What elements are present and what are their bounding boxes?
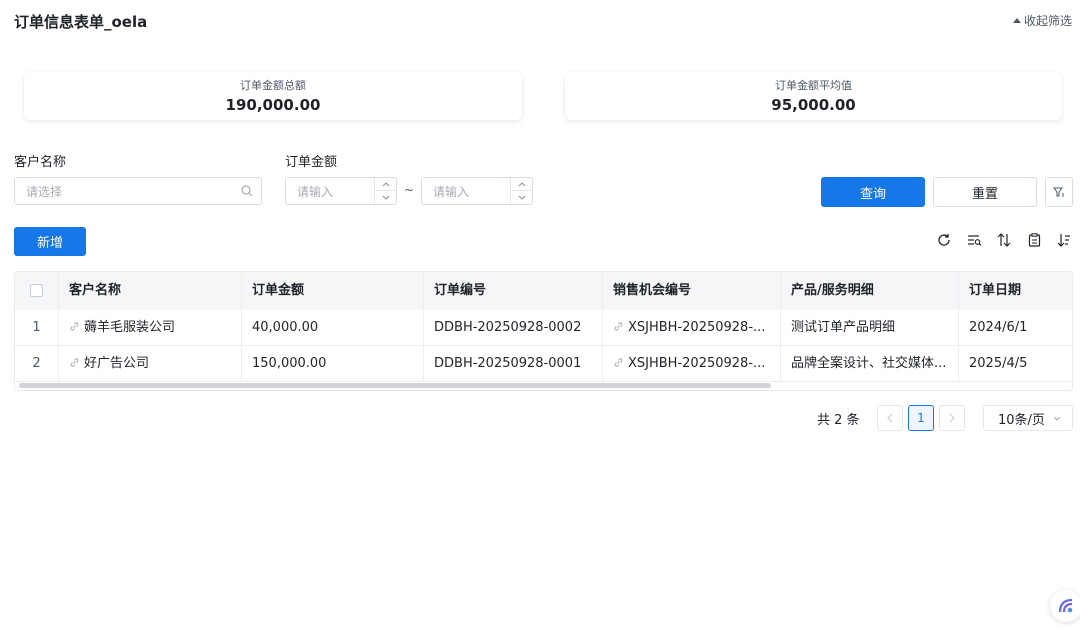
next-page-button[interactable] xyxy=(939,405,965,431)
collapse-filter-toggle[interactable]: 收起筛选 xyxy=(1012,12,1072,29)
chevron-up-icon[interactable] xyxy=(511,178,532,191)
amount-max-input[interactable]: 请输入 xyxy=(421,177,533,205)
column-header[interactable]: 产品/服务明细 xyxy=(781,272,959,310)
chevron-down-icon xyxy=(1053,416,1061,421)
customer-name: 薅羊毛服装公司 xyxy=(84,320,176,335)
customer-select-placeholder: 请选择 xyxy=(26,184,63,199)
quantity-stepper[interactable] xyxy=(374,178,396,204)
orders-table: 客户名称 订单金额 订单编号 销售机会编号 产品/服务明细 订单日期 1 薅羊毛… xyxy=(14,271,1073,391)
row-index: 2 xyxy=(15,346,59,382)
chevron-right-icon xyxy=(949,413,955,423)
horizontal-scrollbar[interactable] xyxy=(19,383,771,388)
customer-cell[interactable]: 薅羊毛服装公司 xyxy=(59,310,242,346)
opportunity-cell[interactable]: XSJHBH-20250928-... xyxy=(603,310,781,346)
amount-min-placeholder: 请输入 xyxy=(297,184,334,199)
density-icon[interactable] xyxy=(966,232,982,248)
opportunity-no: XSJHBH-20250928-... xyxy=(628,356,766,371)
add-button[interactable]: 新增 xyxy=(14,227,86,256)
stat-label: 订单金额总额 xyxy=(240,79,306,92)
collapse-filter-label: 收起筛选 xyxy=(1023,14,1072,28)
stat-value: 190,000.00 xyxy=(225,96,321,114)
page-size-select[interactable]: 10条/页 xyxy=(983,405,1073,431)
detail-cell: 品牌全案设计、社交媒体... xyxy=(781,346,959,382)
chevron-left-icon xyxy=(887,413,893,423)
customer-name: 好广告公司 xyxy=(84,356,150,371)
page-number-button[interactable]: 1 xyxy=(908,405,934,431)
search-icon xyxy=(241,185,253,197)
link-icon xyxy=(614,358,623,367)
range-separator: ~ xyxy=(404,183,415,197)
customer-filter-label: 客户名称 xyxy=(14,155,67,170)
filter-icon xyxy=(1053,187,1064,197)
link-icon xyxy=(614,322,623,331)
customer-cell[interactable]: 好广告公司 xyxy=(59,346,242,382)
sort-icon[interactable] xyxy=(996,232,1012,248)
total-count: 共 2 条 xyxy=(817,412,860,428)
prev-page-button[interactable] xyxy=(877,405,903,431)
amount-filter-label: 订单金额 xyxy=(285,155,338,170)
triangle-up-icon xyxy=(1012,18,1021,23)
amount-min-input[interactable]: 请输入 xyxy=(285,177,397,205)
amount-max-placeholder: 请输入 xyxy=(433,184,470,199)
column-header[interactable]: 订单编号 xyxy=(424,272,603,310)
refresh-icon[interactable] xyxy=(936,232,952,248)
amount-cell: 40,000.00 xyxy=(242,310,424,346)
stat-value: 95,000.00 xyxy=(771,96,856,114)
order-no-cell: DDBH-20250928-0001 xyxy=(424,346,603,382)
page-title: 订单信息表单_oela xyxy=(14,13,148,31)
link-icon xyxy=(70,322,79,331)
clipboard-icon[interactable] xyxy=(1026,232,1042,248)
order-icon[interactable] xyxy=(1056,232,1072,248)
table-header: 客户名称 订单金额 订单编号 销售机会编号 产品/服务明细 订单日期 xyxy=(15,272,1072,310)
quantity-stepper[interactable] xyxy=(510,178,532,204)
opportunity-cell[interactable]: XSJHBH-20250928-... xyxy=(603,346,781,382)
column-header[interactable]: 订单日期 xyxy=(959,272,1072,310)
date-cell: 2025/4/5 xyxy=(969,356,1028,371)
date-cell: 2024/6/1 xyxy=(969,320,1028,335)
reset-button[interactable]: 重置 xyxy=(933,177,1037,207)
column-header[interactable]: 订单金额 xyxy=(242,272,424,310)
table-row[interactable]: 2 好广告公司 150,000.00 DDBH-20250928-0001 XS… xyxy=(15,346,1072,382)
chevron-down-icon[interactable] xyxy=(375,191,396,204)
column-header[interactable]: 销售机会编号 xyxy=(603,272,781,310)
table-row[interactable]: 1 薅羊毛服装公司 40,000.00 DDBH-20250928-0002 X… xyxy=(15,310,1072,346)
stat-card-total: 订单金额总额 190,000.00 xyxy=(24,72,522,120)
filter-settings-button[interactable] xyxy=(1045,177,1073,207)
assistant-logo-icon[interactable] xyxy=(1050,590,1080,622)
query-button[interactable]: 查询 xyxy=(821,177,925,207)
opportunity-no: XSJHBH-20250928-... xyxy=(628,320,766,335)
select-all-checkbox[interactable] xyxy=(30,284,43,297)
table-toolbar xyxy=(936,232,1072,248)
stat-card-average: 订单金额平均值 95,000.00 xyxy=(565,72,1062,120)
chevron-up-icon[interactable] xyxy=(375,178,396,191)
link-icon xyxy=(70,358,79,367)
row-index: 1 xyxy=(15,310,59,346)
page-size-label: 10条/页 xyxy=(998,412,1045,428)
order-no-cell: DDBH-20250928-0002 xyxy=(424,310,603,346)
amount-cell: 150,000.00 xyxy=(242,346,424,382)
stat-label: 订单金额平均值 xyxy=(775,79,852,92)
customer-select[interactable]: 请选择 xyxy=(14,177,262,205)
chevron-down-icon[interactable] xyxy=(511,191,532,204)
detail-cell: 测试订单产品明细 xyxy=(781,310,959,346)
select-all-cell xyxy=(15,272,59,310)
column-header[interactable]: 客户名称 xyxy=(59,272,242,310)
